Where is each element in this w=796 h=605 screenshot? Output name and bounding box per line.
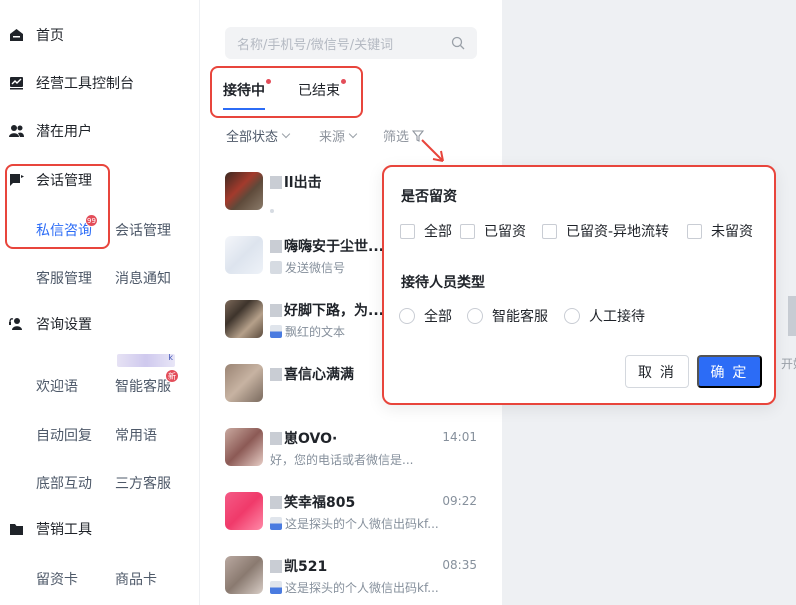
nav-marketing-tools[interactable]: 营销工具 bbox=[0, 514, 200, 544]
chevron-down-icon bbox=[281, 129, 291, 138]
empty-state-icon bbox=[788, 296, 796, 336]
avatar bbox=[225, 428, 263, 466]
empty-state-hint: 开始 bbox=[781, 357, 796, 371]
avatar bbox=[225, 364, 263, 402]
radio-smart-cs[interactable]: 智能客服 bbox=[467, 307, 548, 325]
folder-icon bbox=[10, 524, 23, 535]
nav-marketing-tools-label: 营销工具 bbox=[36, 522, 92, 538]
chart-icon bbox=[10, 77, 23, 90]
conversation-name: 喜信心满满 bbox=[270, 364, 354, 384]
conversation-name: 凯521 bbox=[270, 556, 327, 576]
conversation-name: ll出击 bbox=[270, 172, 322, 192]
filter-screen[interactable]: 筛选 bbox=[383, 126, 425, 145]
highlight-box-tabs bbox=[210, 66, 363, 118]
radio-circle[interactable] bbox=[564, 308, 580, 324]
conversation-time: 09:22 bbox=[442, 494, 477, 508]
checkbox-box[interactable] bbox=[400, 223, 415, 239]
nav-ops-console-label: 经营工具控制台 bbox=[36, 76, 134, 92]
search-input[interactable]: 名称/手机号/微信号/关键词 bbox=[225, 27, 477, 59]
conversation-time: 14:01 bbox=[442, 430, 477, 444]
avatar bbox=[225, 556, 263, 594]
radio-manual[interactable]: 人工接待 bbox=[564, 307, 645, 325]
nav-home[interactable]: 首页 bbox=[0, 20, 200, 50]
conversation-preview: 好，您的电话或者微信是... bbox=[270, 453, 414, 467]
sidebar: 首页 经营工具控制台 潜在用户 会话管理 私信咨询 99 会话管理 客服管理 消… bbox=[0, 0, 200, 605]
sub-common-phrases[interactable]: 常用语 bbox=[115, 425, 157, 445]
lead-status-title: 是否留资 bbox=[401, 189, 457, 205]
conversation-preview bbox=[270, 200, 277, 214]
avatar bbox=[225, 300, 263, 338]
avatar bbox=[225, 172, 263, 210]
checkbox-no-lead[interactable]: 未留资 bbox=[687, 222, 753, 240]
radio-all[interactable]: 全部 bbox=[399, 307, 452, 325]
nav-potential-users-label: 潜在用户 bbox=[36, 124, 92, 140]
conversation-preview: 这是探头的个人微信出码kf... bbox=[270, 579, 439, 596]
sub-third-party-cs[interactable]: 三方客服 bbox=[115, 473, 171, 493]
conversation-name: 好脚下路，为... bbox=[270, 300, 384, 320]
sub-bottom-interaction[interactable]: 底部互动 bbox=[36, 473, 92, 493]
conversation-preview: 这是探头的个人微信出码kf... bbox=[270, 515, 439, 532]
arrow-annotation-icon bbox=[421, 139, 444, 162]
filter-popover: 是否留资 全部 已留资 已留资-异地流转 未留资 接待人员类型 全部 智能客服 … bbox=[382, 165, 776, 405]
new-badge: 新 bbox=[165, 369, 179, 383]
radio-circle[interactable] bbox=[467, 308, 483, 324]
conversation-time: 08:35 bbox=[442, 558, 477, 572]
nav-consult-settings[interactable]: 咨询设置 bbox=[0, 309, 200, 339]
conversation-name: 笑幸福805 bbox=[270, 492, 355, 512]
checkbox-lead-transfer[interactable]: 已留资-异地流转 bbox=[542, 222, 669, 240]
list-item[interactable]: 笑幸福805 这是探头的个人微信出码kf... 09:22 bbox=[201, 492, 501, 552]
checkbox-box[interactable] bbox=[542, 223, 557, 239]
nav-potential-users[interactable]: 潜在用户 bbox=[0, 116, 200, 146]
nav-consult-settings-label: 咨询设置 bbox=[36, 317, 92, 333]
checkbox-has-lead[interactable]: 已留资 bbox=[460, 222, 526, 240]
checkbox-all[interactable]: 全部 bbox=[400, 222, 452, 240]
avatar bbox=[225, 492, 263, 530]
filter-source[interactable]: 来源 bbox=[319, 126, 358, 145]
checkbox-box[interactable] bbox=[460, 223, 475, 239]
radio-circle[interactable] bbox=[399, 308, 415, 324]
search-icon[interactable] bbox=[451, 36, 465, 50]
search-placeholder: 名称/手机号/微信号/关键词 bbox=[237, 38, 394, 53]
sub-welcome[interactable]: 欢迎语 bbox=[36, 376, 78, 396]
filter-status[interactable]: 全部状态 bbox=[226, 126, 291, 145]
sub-smart-cs[interactable]: 智能客服 bbox=[115, 376, 171, 396]
nav-home-label: 首页 bbox=[36, 28, 64, 44]
sub-auto-reply[interactable]: 自动回复 bbox=[36, 425, 92, 445]
conversation-preview: 发送微信号 bbox=[270, 259, 345, 276]
list-item[interactable]: 凯521 这是探头的个人微信出码kf... 08:35 bbox=[201, 556, 501, 605]
blurred-tag: k bbox=[117, 353, 175, 367]
users-icon bbox=[9, 125, 24, 137]
cancel-button[interactable]: 取 消 bbox=[625, 355, 689, 388]
headset-user-icon bbox=[9, 318, 22, 330]
list-item[interactable]: 崽OVO· 好，您的电话或者微信是... 14:01 bbox=[201, 428, 501, 488]
confirm-button[interactable]: 确 定 bbox=[697, 355, 762, 388]
sub-cs-mgmt[interactable]: 客服管理 bbox=[36, 268, 92, 288]
checkbox-box[interactable] bbox=[687, 223, 702, 239]
sub-conversation-mgmt[interactable]: 会话管理 bbox=[115, 220, 171, 240]
chevron-down-icon bbox=[348, 129, 358, 138]
sub-lead-card[interactable]: 留资卡 bbox=[36, 569, 78, 589]
conversation-preview: 飘红的文本 bbox=[270, 323, 345, 340]
conversation-name: 嗨嗨安于尘世... bbox=[270, 236, 384, 256]
home-icon bbox=[10, 29, 23, 41]
avatar bbox=[225, 236, 263, 274]
sub-product-card[interactable]: 商品卡 bbox=[115, 569, 157, 589]
staff-type-title: 接待人员类型 bbox=[401, 275, 485, 291]
nav-ops-console[interactable]: 经营工具控制台 bbox=[0, 68, 200, 98]
highlight-box-conversation bbox=[5, 164, 110, 249]
sub-message-notify[interactable]: 消息通知 bbox=[115, 268, 171, 288]
conversation-name: 崽OVO· bbox=[270, 428, 337, 448]
